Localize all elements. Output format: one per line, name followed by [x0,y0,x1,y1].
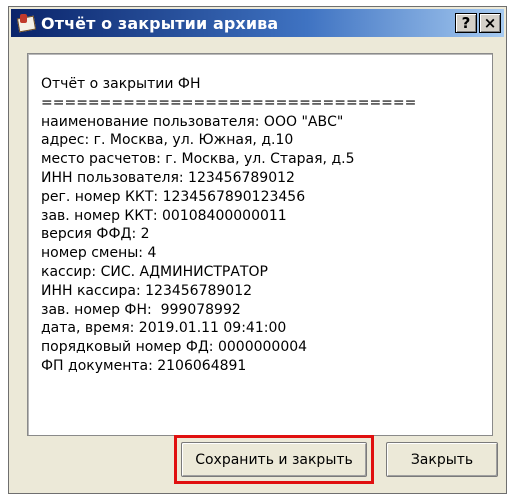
report-line: место расчетов: г. Москва, ул. Старая, д… [41,151,355,168]
report-line: зав. номер ФН: 999078992 [41,301,241,318]
report-line: ИНН пользователя: 123456789012 [41,169,295,186]
report-line: ================================ [41,94,417,111]
save-and-close-button[interactable]: Сохранить и закрыть [181,442,367,477]
report-line: Отчёт о закрытии ФН [41,76,201,92]
report-line: наименование пользователя: ООО "АВС" [41,113,344,130]
report-line: дата, время: 2019.01.11 09:41:00 [41,320,287,337]
close-window-button[interactable]: × [479,13,501,33]
report-line: рег. номер ККТ: 1234567890123456 [41,188,306,205]
report-line: зав. номер ККТ: 00108400000011 [41,207,287,224]
report-line: ИНН кассира: 123456789012 [41,282,253,299]
report-line: кассир: СИС. АДМИНИСТРАТОР [41,263,268,280]
dialog-window: Отчёт о закрытии архива ? × Отчёт о закр… [8,6,507,494]
report-line: номер смены: 4 [41,245,157,262]
report-line: версия ФФД: 2 [41,226,150,243]
window-title: Отчёт о закрытии архива [41,13,279,33]
title-bar[interactable]: Отчёт о закрытии архива ? × [11,9,504,37]
close-button[interactable]: Закрыть [386,442,498,477]
report-text-area[interactable]: Отчёт о закрытии ФН ====================… [27,53,493,436]
report-line: порядковый номер ФД: 0000000004 [41,339,308,356]
help-button[interactable]: ? [455,13,477,33]
report-line: адрес: г. Москва, ул. Южная, д.10 [41,132,294,149]
report-line: ФП документа: 2106064891 [41,357,247,374]
app-icon [16,14,37,33]
